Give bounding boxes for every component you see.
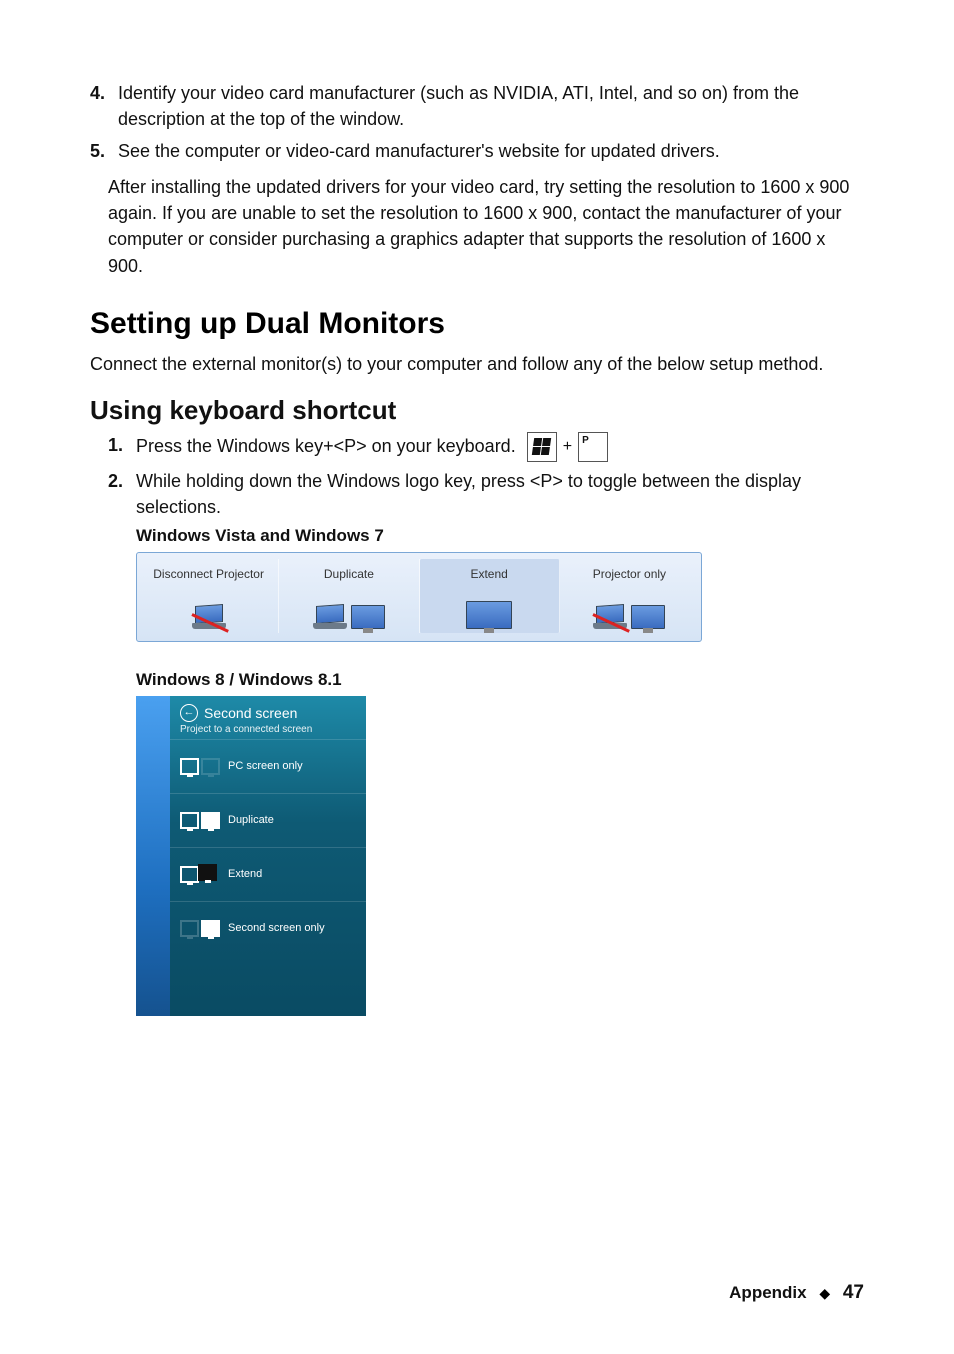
heading-using-keyboard-shortcut: Using keyboard shortcut <box>90 395 864 426</box>
dual-monitors-intro: Connect the external monitor(s) to your … <box>90 351 864 377</box>
subheading-windows-vista-7: Windows Vista and Windows 7 <box>136 526 864 546</box>
win8-header: ← Second screen Project to a connected s… <box>170 696 366 739</box>
option-label: Second screen only <box>228 922 325 934</box>
diamond-icon: ◆ <box>819 1285 830 1301</box>
disconnect-projector-icon <box>141 589 276 629</box>
projector-only-icon <box>562 589 697 629</box>
step-number: 1. <box>108 432 136 462</box>
step-text: See the computer or video-card manufactu… <box>118 138 720 164</box>
page-footer: Appendix ◆ 47 <box>729 1282 864 1304</box>
option-label: Projector only <box>562 567 697 581</box>
footer-section-label: Appendix <box>729 1283 806 1302</box>
keyboard-shortcut-steps: 1. Press the Windows key+<P> on your key… <box>90 432 864 520</box>
vista-projection-panel: Disconnect Projector Duplicate Extend Pr… <box>136 552 702 642</box>
step-text: Identify your video card manufacturer (s… <box>118 80 864 132</box>
vista-option-extend[interactable]: Extend <box>420 559 560 633</box>
step-5: 5. See the computer or video-card manufa… <box>90 138 864 164</box>
vista-option-projector-only[interactable]: Projector only <box>560 559 699 633</box>
option-label: Disconnect Projector <box>141 567 276 581</box>
numbered-steps-continuation: 4. Identify your video card manufacturer… <box>90 80 864 164</box>
step-number: 4. <box>90 80 118 132</box>
second-screen-only-icon <box>180 920 220 937</box>
heading-setting-up-dual-monitors: Setting up Dual Monitors <box>90 307 864 341</box>
win8-subtitle: Project to a connected screen <box>180 724 356 735</box>
extend-icon <box>422 589 557 629</box>
option-label: Extend <box>228 868 262 880</box>
option-label: PC screen only <box>228 760 303 772</box>
step-4: 4. Identify your video card manufacturer… <box>90 80 864 132</box>
win8-option-duplicate[interactable]: Duplicate <box>170 793 366 847</box>
step-text: While holding down the Windows logo key,… <box>136 468 864 520</box>
win8-title: Second screen <box>204 705 297 721</box>
option-label: Duplicate <box>281 567 416 581</box>
step-text: Press the Windows key+<P> on your keyboa… <box>136 432 608 462</box>
win8-side-stripe <box>136 696 170 1016</box>
plus-icon: + <box>563 435 572 458</box>
paragraph-after-steps: After installing the updated drivers for… <box>108 174 864 278</box>
option-label: Duplicate <box>228 814 274 826</box>
win8-option-pc-screen-only[interactable]: PC screen only <box>170 739 366 793</box>
win8-option-second-screen-only[interactable]: Second screen only <box>170 901 366 955</box>
duplicate-icon <box>180 812 220 829</box>
kb-step-1: 1. Press the Windows key+<P> on your key… <box>90 432 864 462</box>
extend-icon <box>180 866 220 883</box>
p-key-icon: P <box>578 432 608 462</box>
option-label: Extend <box>422 567 557 581</box>
key-combo-win-p: + P <box>527 432 608 462</box>
win8-option-extend[interactable]: Extend <box>170 847 366 901</box>
page-number: 47 <box>843 1282 864 1303</box>
win8-projection-panel: ← Second screen Project to a connected s… <box>136 696 366 1016</box>
windows-key-icon <box>527 432 557 462</box>
step-number: 2. <box>108 468 136 520</box>
subheading-windows-8: Windows 8 / Windows 8.1 <box>136 670 864 690</box>
vista-option-disconnect-projector[interactable]: Disconnect Projector <box>139 559 279 633</box>
step-number: 5. <box>90 138 118 164</box>
back-arrow-icon[interactable]: ← <box>180 704 198 722</box>
kb-step-2: 2. While holding down the Windows logo k… <box>90 468 864 520</box>
pc-screen-only-icon <box>180 758 220 775</box>
vista-option-duplicate[interactable]: Duplicate <box>279 559 419 633</box>
duplicate-icon <box>281 589 416 629</box>
